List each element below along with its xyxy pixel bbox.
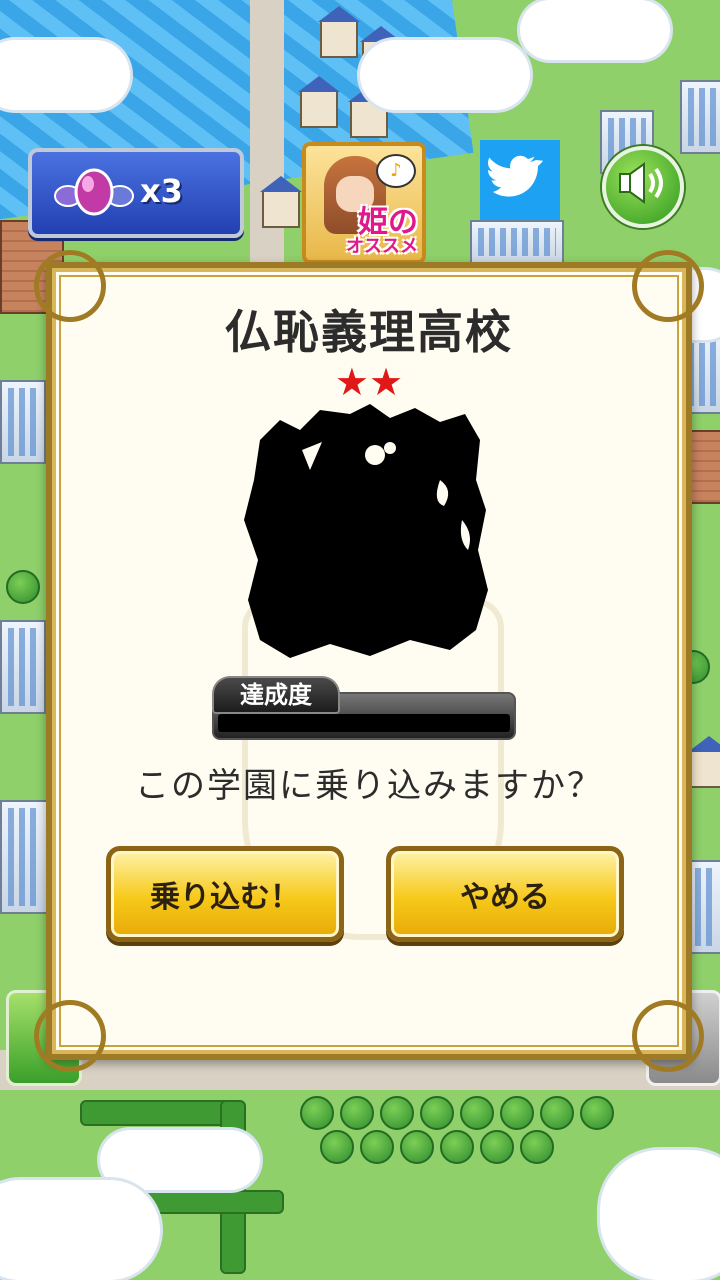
tree (580, 1096, 614, 1130)
tree (500, 1096, 534, 1130)
boss-silhouette (244, 404, 488, 658)
tree (300, 1096, 334, 1130)
office-building (470, 220, 564, 264)
board-confirm-label: 乗り込む！ (150, 880, 300, 915)
tree (360, 1130, 394, 1164)
cancel-button[interactable]: やめる (386, 846, 624, 942)
raid-question: この学園に乗り込みますか？ (135, 766, 603, 806)
hime-recommend-label: 姫の オススメ (346, 208, 418, 256)
gem-icon (54, 168, 134, 216)
sound-toggle-button[interactable] (602, 146, 684, 228)
progress-label: 達成度 (212, 676, 340, 714)
hime-recommend-big-text: 姫の (358, 205, 418, 240)
tree (460, 1096, 494, 1130)
cloud (360, 40, 530, 110)
office-building (0, 620, 46, 714)
board-confirm-button[interactable]: 乗り込む！ (106, 846, 344, 942)
office-building (0, 380, 46, 464)
cloud (0, 40, 130, 110)
corner-ornament (34, 1000, 106, 1072)
speaker-icon (619, 162, 663, 204)
tree (520, 1130, 554, 1164)
cloud (0, 1180, 160, 1280)
twitter-share-button[interactable] (480, 140, 560, 220)
road (250, 0, 284, 280)
office-building (680, 80, 720, 154)
tree (440, 1130, 474, 1164)
hime-recommend-button[interactable]: ♪ 姫の オススメ (302, 142, 426, 264)
house (298, 76, 340, 128)
cloud (520, 0, 670, 60)
tree (540, 1096, 574, 1130)
twitter-bird-icon (488, 155, 543, 197)
tree (340, 1096, 374, 1130)
tree (400, 1130, 434, 1164)
school-name: 仏恥義理高校 (225, 305, 513, 359)
house (260, 176, 302, 228)
gem-count: x3 (140, 172, 183, 210)
music-note-icon: ♪ (376, 154, 416, 188)
school-raid-dialog: 仏恥義理高校 ★★ 達成度 この学園に乗り込みますか？ 乗り込む！ やめる (34, 250, 704, 1072)
corner-ornament (632, 1000, 704, 1072)
tree (6, 570, 40, 604)
hime-recommend-small-text: オススメ (346, 236, 418, 257)
house (318, 6, 360, 58)
cancel-label: やめる (460, 880, 550, 915)
cloud (600, 1150, 720, 1280)
office-building (0, 800, 48, 914)
tree (420, 1096, 454, 1130)
tree (380, 1096, 414, 1130)
progress-track-inner (218, 714, 510, 732)
tree (480, 1130, 514, 1164)
tree (320, 1130, 354, 1164)
house (688, 736, 720, 788)
difficulty-stars: ★★ (334, 360, 404, 404)
gem-counter-panel[interactable]: x3 (28, 148, 244, 238)
